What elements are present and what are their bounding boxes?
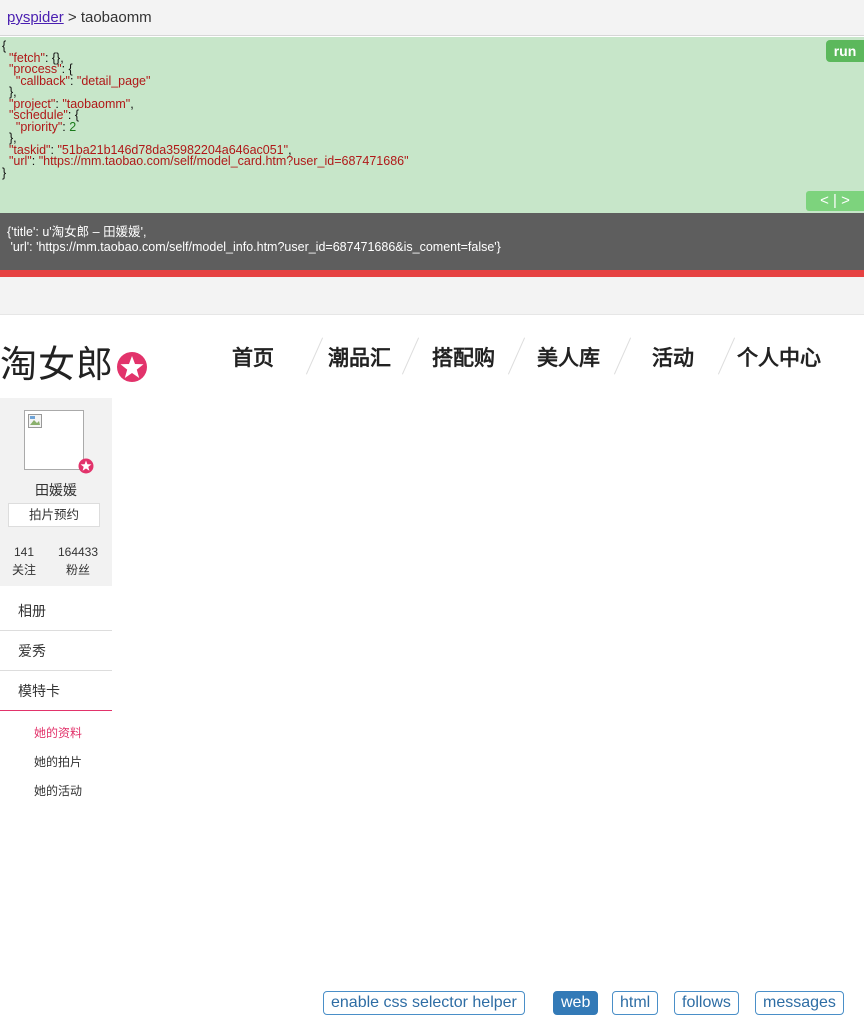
- follow-label: 关注: [11, 563, 36, 577]
- result-line-2: 'url': 'https://mm.taobao.com/self/model…: [7, 240, 501, 254]
- sidebar-item-album[interactable]: 相册: [0, 591, 112, 631]
- nav-item-home[interactable]: 首页: [232, 342, 274, 372]
- task-json-line: }: [2, 165, 7, 180]
- task-json-line: "schedule": {: [8, 108, 79, 122]
- sidebar-item-show[interactable]: 爱秀: [0, 631, 112, 671]
- result-line-1: {'title': u'淘女郎 – 田媛媛',: [7, 225, 147, 239]
- nav-separator: [401, 337, 420, 375]
- task-prev-next-button[interactable]: < | >: [806, 191, 864, 211]
- sidebar-item-model-card[interactable]: 模特卡: [0, 671, 112, 711]
- broken-image-icon: [28, 414, 42, 428]
- breadcrumb-project: taobaomm: [80, 9, 152, 26]
- nav-item-activity[interactable]: 活动: [652, 342, 694, 372]
- result-output: {'title': u'淘女郎 – 田媛媛', 'url': 'https://…: [0, 213, 864, 270]
- site-logo-text: 淘女郎: [0, 343, 114, 386]
- fans-label: 粉丝: [65, 563, 90, 577]
- nav-separator: [305, 337, 324, 375]
- run-button[interactable]: run: [826, 40, 864, 62]
- tab-html[interactable]: html: [612, 991, 659, 1015]
- nav-item-personal[interactable]: 个人中心: [737, 342, 821, 372]
- result-divider: [0, 270, 864, 277]
- css-selector-helper-button[interactable]: enable css selector helper: [323, 991, 525, 1015]
- tab-follows[interactable]: follows: [674, 991, 739, 1015]
- task-json-line: "project": "taobaomm",: [8, 96, 134, 111]
- nav-separator: [717, 337, 736, 375]
- book-shoot-button[interactable]: 拍片预约: [8, 503, 100, 527]
- nav-item-beauty[interactable]: 美人库: [537, 342, 600, 372]
- sidebar-sub-activities[interactable]: 她的活动: [34, 782, 82, 799]
- breadcrumb-separator: >: [63, 9, 81, 26]
- page-top-strip: [0, 277, 864, 315]
- sidebar-sub-shoots[interactable]: 她的拍片: [34, 753, 82, 770]
- task-json-line: "priority": 2: [15, 119, 77, 134]
- task-json-line: {: [2, 39, 7, 53]
- follow-stat[interactable]: 141 关注: [6, 543, 42, 579]
- nav-separator: [507, 337, 526, 375]
- star-badge-icon: [117, 351, 147, 382]
- nav-separator: [613, 337, 632, 375]
- profile-name: 田媛媛: [35, 482, 77, 498]
- fans-count: 164433: [57, 545, 99, 559]
- tab-web[interactable]: web: [553, 991, 599, 1015]
- tab-messages[interactable]: messages: [755, 991, 844, 1015]
- nav-item-match[interactable]: 搭配购: [432, 342, 495, 372]
- task-json-line: "callback": "detail_page": [15, 73, 151, 88]
- nav-item-trend[interactable]: 潮品汇: [328, 342, 391, 372]
- breadcrumb-root-link[interactable]: pyspider: [7, 9, 64, 26]
- task-json-panel: { "fetch": {}, "process": { "callback": …: [0, 37, 864, 213]
- task-json-line: "url": "https://mm.taobao.com/self/model…: [8, 154, 409, 168]
- profile-card: 田媛媛 拍片预约 141 关注 164433 粉丝: [0, 398, 112, 586]
- fans-stat[interactable]: 164433 粉丝: [50, 543, 106, 579]
- sidebar-sub-profile[interactable]: 她的资料: [34, 724, 82, 741]
- task-json-code: { "fetch": {}, "process": { "callback": …: [2, 39, 864, 180]
- task-json-line: "fetch": {},: [8, 50, 64, 65]
- site-logo[interactable]: 淘女郎: [0, 334, 148, 388]
- avatar[interactable]: [24, 410, 84, 470]
- follow-count: 141: [13, 545, 35, 559]
- breadcrumb: pyspider > taobaomm: [0, 0, 864, 36]
- star-badge-icon: [78, 458, 94, 474]
